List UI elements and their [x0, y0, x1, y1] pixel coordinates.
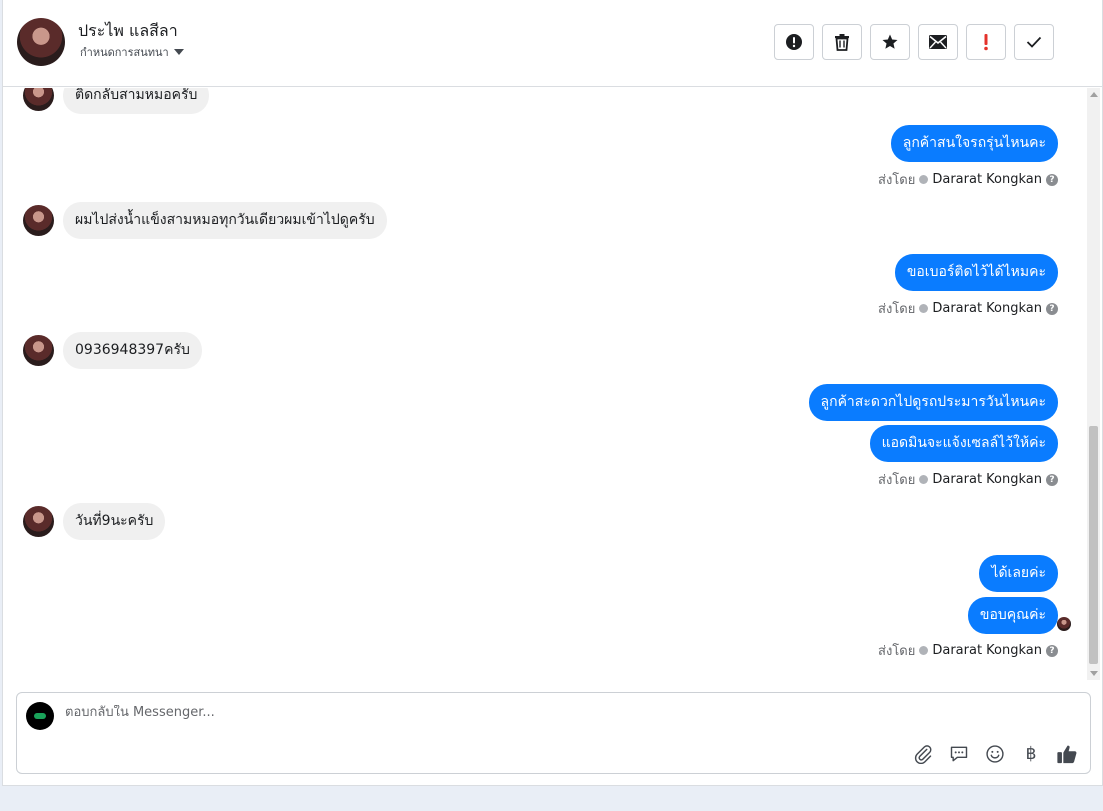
scrollbar-thumb[interactable] — [1089, 426, 1098, 664]
incoming-message-row: ติดกลับสามหมอครับ — [23, 88, 210, 114]
contact-avatar[interactable] — [17, 18, 65, 66]
paperclip-icon — [914, 745, 932, 764]
conversation-header: ประไพ แลสีลา กำหนดการสนทนา — [3, 0, 1103, 87]
incoming-message-row: วันที่9นะครับ — [23, 503, 166, 540]
caret-down-icon — [173, 49, 184, 55]
page-avatar — [26, 702, 54, 730]
composer-tools: ฿ — [912, 743, 1078, 765]
mark-done-button[interactable] — [1014, 24, 1054, 60]
sent-by-agent: Dararat Kongkan — [932, 472, 1042, 487]
seen-indicator-avatar — [1057, 617, 1071, 631]
star-button[interactable] — [870, 24, 910, 60]
attach-file-button[interactable] — [912, 743, 934, 765]
follow-up-button[interactable] — [966, 24, 1006, 60]
sent-by-prefix: ส่งโดย — [878, 302, 916, 317]
incoming-message-bubble[interactable]: ติดกลับสามหมอครับ — [63, 88, 210, 114]
help-icon[interactable]: ? — [1046, 302, 1058, 315]
help-icon[interactable]: ? — [1046, 173, 1058, 186]
assign-conversation-label: กำหนดการสนทนา — [80, 46, 169, 59]
sent-by-label: ส่งโดย Dararat Kongkan ? — [878, 640, 1058, 661]
alert-circle-icon — [786, 34, 802, 50]
verified-dot-icon — [919, 475, 929, 484]
payment-button[interactable]: ฿ — [1020, 743, 1042, 765]
sent-by-prefix: ส่งโดย — [878, 473, 916, 488]
mark-spam-button[interactable] — [774, 24, 814, 60]
verified-dot-icon — [919, 646, 929, 655]
verified-dot-icon — [919, 304, 929, 313]
assign-conversation-dropdown[interactable]: กำหนดการสนทนา — [80, 43, 184, 61]
message-thread[interactable]: ติดกลับสามหมอครับ ลูกค้าสนใจรถรุ่นไหนคะ … — [3, 88, 1086, 680]
conversation-panel: ประไพ แลสีลา กำหนดการสนทนา ติดกลับสามหมอ… — [2, 0, 1103, 786]
incoming-message-bubble[interactable]: วันที่9นะครับ — [63, 503, 166, 540]
sent-by-agent: Dararat Kongkan — [932, 643, 1042, 658]
incoming-message-row: 0936948397ครับ — [23, 332, 202, 369]
reply-composer: ฿ — [16, 692, 1091, 774]
help-icon[interactable]: ? — [1046, 644, 1058, 657]
star-icon — [882, 34, 898, 49]
sent-by-agent: Dararat Kongkan — [932, 172, 1042, 187]
incoming-message-bubble[interactable]: 0936948397ครับ — [63, 332, 202, 369]
outgoing-message-bubble[interactable]: แอดมินจะแจ้งเซลล์ไว้ให้ค่ะ — [869, 425, 1058, 462]
sent-by-label: ส่งโดย Dararat Kongkan ? — [878, 469, 1058, 490]
reply-input[interactable] — [65, 705, 965, 720]
outgoing-message-bubble[interactable]: ขอเบอร์ติดไว้ได้ไหมคะ — [894, 254, 1058, 291]
incoming-message-bubble[interactable]: ผมไปส่งน้ำแข็งสามหมอทุกวันเดียวผมเข้าไปด… — [63, 202, 387, 239]
sent-by-prefix: ส่งโดย — [878, 644, 916, 659]
scroll-down-arrow-icon[interactable] — [1090, 671, 1098, 676]
help-icon[interactable]: ? — [1046, 473, 1058, 486]
outgoing-message-bubble[interactable]: ขอบคุณค่ะ — [967, 597, 1058, 634]
delete-button[interactable] — [822, 24, 862, 60]
speech-bubble-icon — [950, 746, 968, 762]
thumbs-up-icon — [1057, 745, 1077, 764]
sender-avatar — [23, 335, 54, 366]
verified-dot-icon — [919, 175, 929, 184]
scroll-up-arrow-icon[interactable] — [1090, 92, 1098, 97]
sender-avatar — [23, 506, 54, 537]
trash-icon — [835, 34, 849, 51]
incoming-message-row: ผมไปส่งน้ำแข็งสามหมอทุกวันเดียวผมเข้าไปด… — [23, 202, 387, 239]
outgoing-message-bubble[interactable]: ลูกค้าสะดวกไปดูรถประมารวันไหนคะ — [808, 384, 1058, 421]
sent-by-label: ส่งโดย Dararat Kongkan ? — [878, 169, 1058, 190]
sent-by-agent: Dararat Kongkan — [932, 301, 1042, 316]
exclamation-icon — [984, 34, 988, 51]
outgoing-message-bubble[interactable]: ลูกค้าสนใจรถรุ่นไหนคะ — [890, 125, 1058, 162]
conversation-toolbar — [774, 24, 1054, 60]
sent-by-label: ส่งโดย Dararat Kongkan ? — [878, 298, 1058, 319]
contact-name[interactable]: ประไพ แลสีลา — [78, 19, 178, 44]
baht-icon: ฿ — [1025, 744, 1037, 764]
checkmark-icon — [1026, 36, 1042, 48]
envelope-icon — [929, 35, 947, 49]
sender-avatar — [23, 205, 54, 236]
like-button[interactable] — [1056, 743, 1078, 765]
mark-unread-button[interactable] — [918, 24, 958, 60]
sent-by-prefix: ส่งโดย — [878, 173, 916, 188]
sender-avatar — [23, 88, 54, 111]
outgoing-message-bubble[interactable]: ได้เลยค่ะ — [979, 555, 1058, 592]
thread-scrollbar[interactable] — [1087, 88, 1100, 680]
saved-replies-button[interactable] — [948, 743, 970, 765]
smiley-icon — [986, 745, 1004, 763]
emoji-button[interactable] — [984, 743, 1006, 765]
